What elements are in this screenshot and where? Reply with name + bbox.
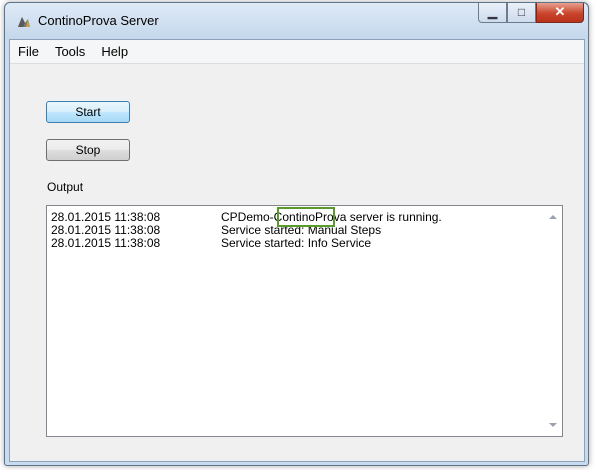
- maximize-icon: □: [517, 5, 526, 19]
- log-row: 28.01.2015 11:38:08 Service started: Inf…: [51, 237, 542, 250]
- menu-tools[interactable]: Tools: [47, 42, 93, 62]
- caption-buttons: ▁ □ ✕: [478, 3, 584, 23]
- title-bar[interactable]: ContinoProva Server ▁ □ ✕: [5, 3, 588, 39]
- close-button[interactable]: ✕: [536, 3, 584, 23]
- maximize-button[interactable]: □: [507, 3, 536, 23]
- vertical-scrollbar[interactable]: [545, 206, 562, 436]
- minimize-icon: ▁: [487, 5, 498, 19]
- scroll-down-icon[interactable]: [549, 423, 557, 427]
- log-message: Service started: Info Service: [221, 236, 372, 250]
- menu-help[interactable]: Help: [93, 42, 136, 62]
- output-log[interactable]: 28.01.2015 11:38:08 CPDemo-ContinoProva …: [46, 205, 563, 437]
- window-title: ContinoProva Server: [38, 13, 159, 28]
- stop-button[interactable]: Stop: [46, 139, 130, 161]
- minimize-button[interactable]: ▁: [478, 3, 507, 23]
- log-timestamp: 28.01.2015 11:38:08: [51, 236, 161, 250]
- menu-file[interactable]: File: [10, 42, 47, 62]
- close-icon: ✕: [554, 4, 566, 19]
- output-label: Output: [47, 180, 84, 194]
- start-button[interactable]: Start: [46, 101, 130, 123]
- menu-bar: File Tools Help: [10, 40, 584, 64]
- app-logo-icon: [18, 17, 30, 27]
- log-list: 28.01.2015 11:38:08 CPDemo-ContinoProva …: [51, 211, 542, 250]
- app-window: ContinoProva Server ▁ □ ✕ File Tools Hel…: [4, 2, 589, 466]
- scroll-up-icon[interactable]: [549, 215, 557, 219]
- client-area: File Tools Help Start Stop Output 28.01.…: [9, 39, 585, 462]
